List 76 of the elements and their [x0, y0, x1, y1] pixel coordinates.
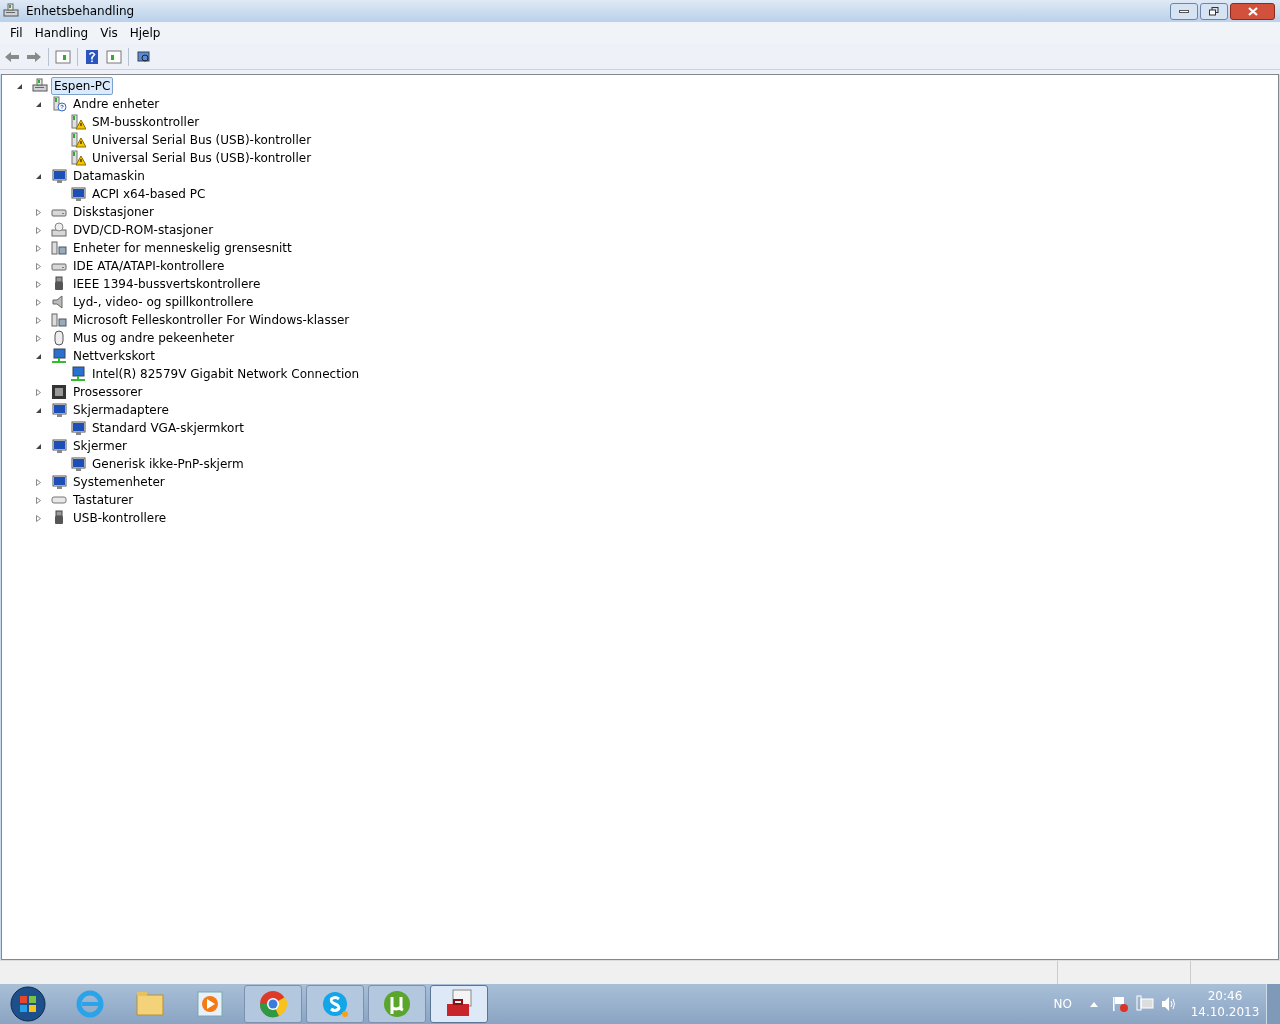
window-title: Enhetsbehandling: [26, 3, 135, 20]
network-icon: [70, 366, 86, 382]
menu-item[interactable]: Vis: [94, 24, 124, 42]
minimize-button[interactable]: [1170, 2, 1198, 20]
monitor-icon: [51, 402, 67, 418]
expander-icon[interactable]: [34, 100, 42, 108]
tree-item[interactable]: Universal Serial Bus (USB)-kontroller: [89, 149, 315, 167]
disc-drive-icon: [51, 222, 67, 238]
warning-device-icon: [70, 132, 86, 148]
menu-item[interactable]: Fil: [4, 24, 29, 42]
scan-hardware-icon[interactable]: [135, 48, 151, 65]
monitor-icon: [51, 474, 67, 490]
monitor-icon: [51, 438, 67, 454]
menu-item[interactable]: Hjelp: [123, 24, 167, 42]
expander-icon[interactable]: [34, 172, 42, 180]
monitor-icon: [51, 168, 67, 184]
tree-item[interactable]: Espen-PC: [51, 77, 114, 95]
tree-item[interactable]: USB-kontrollere: [70, 509, 170, 527]
tree-item[interactable]: Intel(R) 82579V Gigabit Network Connection: [89, 365, 363, 383]
warning-device-icon: [70, 150, 86, 166]
taskbar-button[interactable]: [430, 985, 488, 1023]
tree-item[interactable]: Tastaturer: [70, 491, 137, 509]
browser-e-icon: [74, 988, 106, 1020]
tree-item[interactable]: Skjermer: [70, 437, 130, 455]
expander-icon[interactable]: [34, 406, 42, 414]
tree-item[interactable]: IDE ATA/ATAPI-kontrollere: [70, 257, 228, 275]
tree-item[interactable]: Skjermadaptere: [70, 401, 172, 419]
monitor-icon: [70, 186, 86, 202]
input-device-icon: [51, 240, 67, 256]
mu-letter-icon: [381, 988, 413, 1020]
restore-icon: [1209, 6, 1219, 16]
chip-icon: [51, 384, 67, 400]
computer-icon: [32, 78, 48, 94]
tree-item[interactable]: Nettverkskort: [70, 347, 158, 365]
restore-button[interactable]: [1200, 2, 1228, 20]
start-orb-icon[interactable]: [8, 984, 48, 1024]
close-icon: [1247, 6, 1258, 16]
tree-item[interactable]: Lyd-, video- og spillkontrollere: [70, 293, 257, 311]
help-icon[interactable]: [84, 48, 100, 65]
menu-item[interactable]: Handling: [28, 24, 95, 42]
expander-icon[interactable]: [34, 352, 42, 360]
tree-item[interactable]: Andre enheter: [70, 95, 163, 113]
warning-device-icon: [70, 114, 86, 130]
tree-item[interactable]: Systemenheter: [70, 473, 168, 491]
play-icon: [194, 988, 226, 1020]
tree-item[interactable]: IEEE 1394-bussvertskontrollere: [70, 275, 264, 293]
console-tree-icon[interactable]: [55, 48, 71, 65]
expander-icon[interactable]: [15, 82, 23, 90]
show-desktop-button[interactable]: [1266, 984, 1280, 1024]
tree-item[interactable]: Diskstasjoner: [70, 203, 157, 221]
tree-item[interactable]: DVD/CD-ROM-stasjoner: [70, 221, 217, 239]
close-button[interactable]: [1230, 2, 1275, 20]
tree-item[interactable]: SM-busskontroller: [89, 113, 203, 131]
tree-item[interactable]: Standard VGA-skjermkort: [89, 419, 248, 437]
mouse-icon: [51, 330, 67, 346]
monitor-icon: [70, 456, 86, 472]
tree-item[interactable]: Generisk ikke-PnP-skjerm: [89, 455, 247, 473]
unknown-device-icon: [51, 96, 67, 112]
tree-item[interactable]: Mus og andre pekeenheter: [70, 329, 238, 347]
tree-item[interactable]: Universal Serial Bus (USB)-kontroller: [89, 131, 315, 149]
tree-item[interactable]: Enheter for menneskelig grensesnitt: [70, 239, 295, 257]
tree-item[interactable]: ACPI x64-based PC: [89, 185, 209, 203]
monitor-icon: [70, 420, 86, 436]
computer-icon: [3, 3, 19, 19]
network-icon: [51, 348, 67, 364]
expander-icon[interactable]: [34, 442, 42, 450]
input-device-icon: [51, 312, 67, 328]
flag-icon[interactable]: [1112, 995, 1130, 1013]
speaker-icon[interactable]: [1160, 995, 1178, 1013]
properties-pane-icon[interactable]: [106, 48, 122, 65]
chrome-circle-icon: [257, 988, 289, 1020]
caret-icon[interactable]: [1090, 1001, 1098, 1007]
network-icon[interactable]: [1136, 995, 1154, 1013]
tree-item[interactable]: Datamaskin: [70, 167, 148, 185]
tree-item[interactable]: Prosessorer: [70, 383, 146, 401]
tree-item[interactable]: Microsoft Felleskontroller For Windows-klasser: [70, 311, 353, 329]
